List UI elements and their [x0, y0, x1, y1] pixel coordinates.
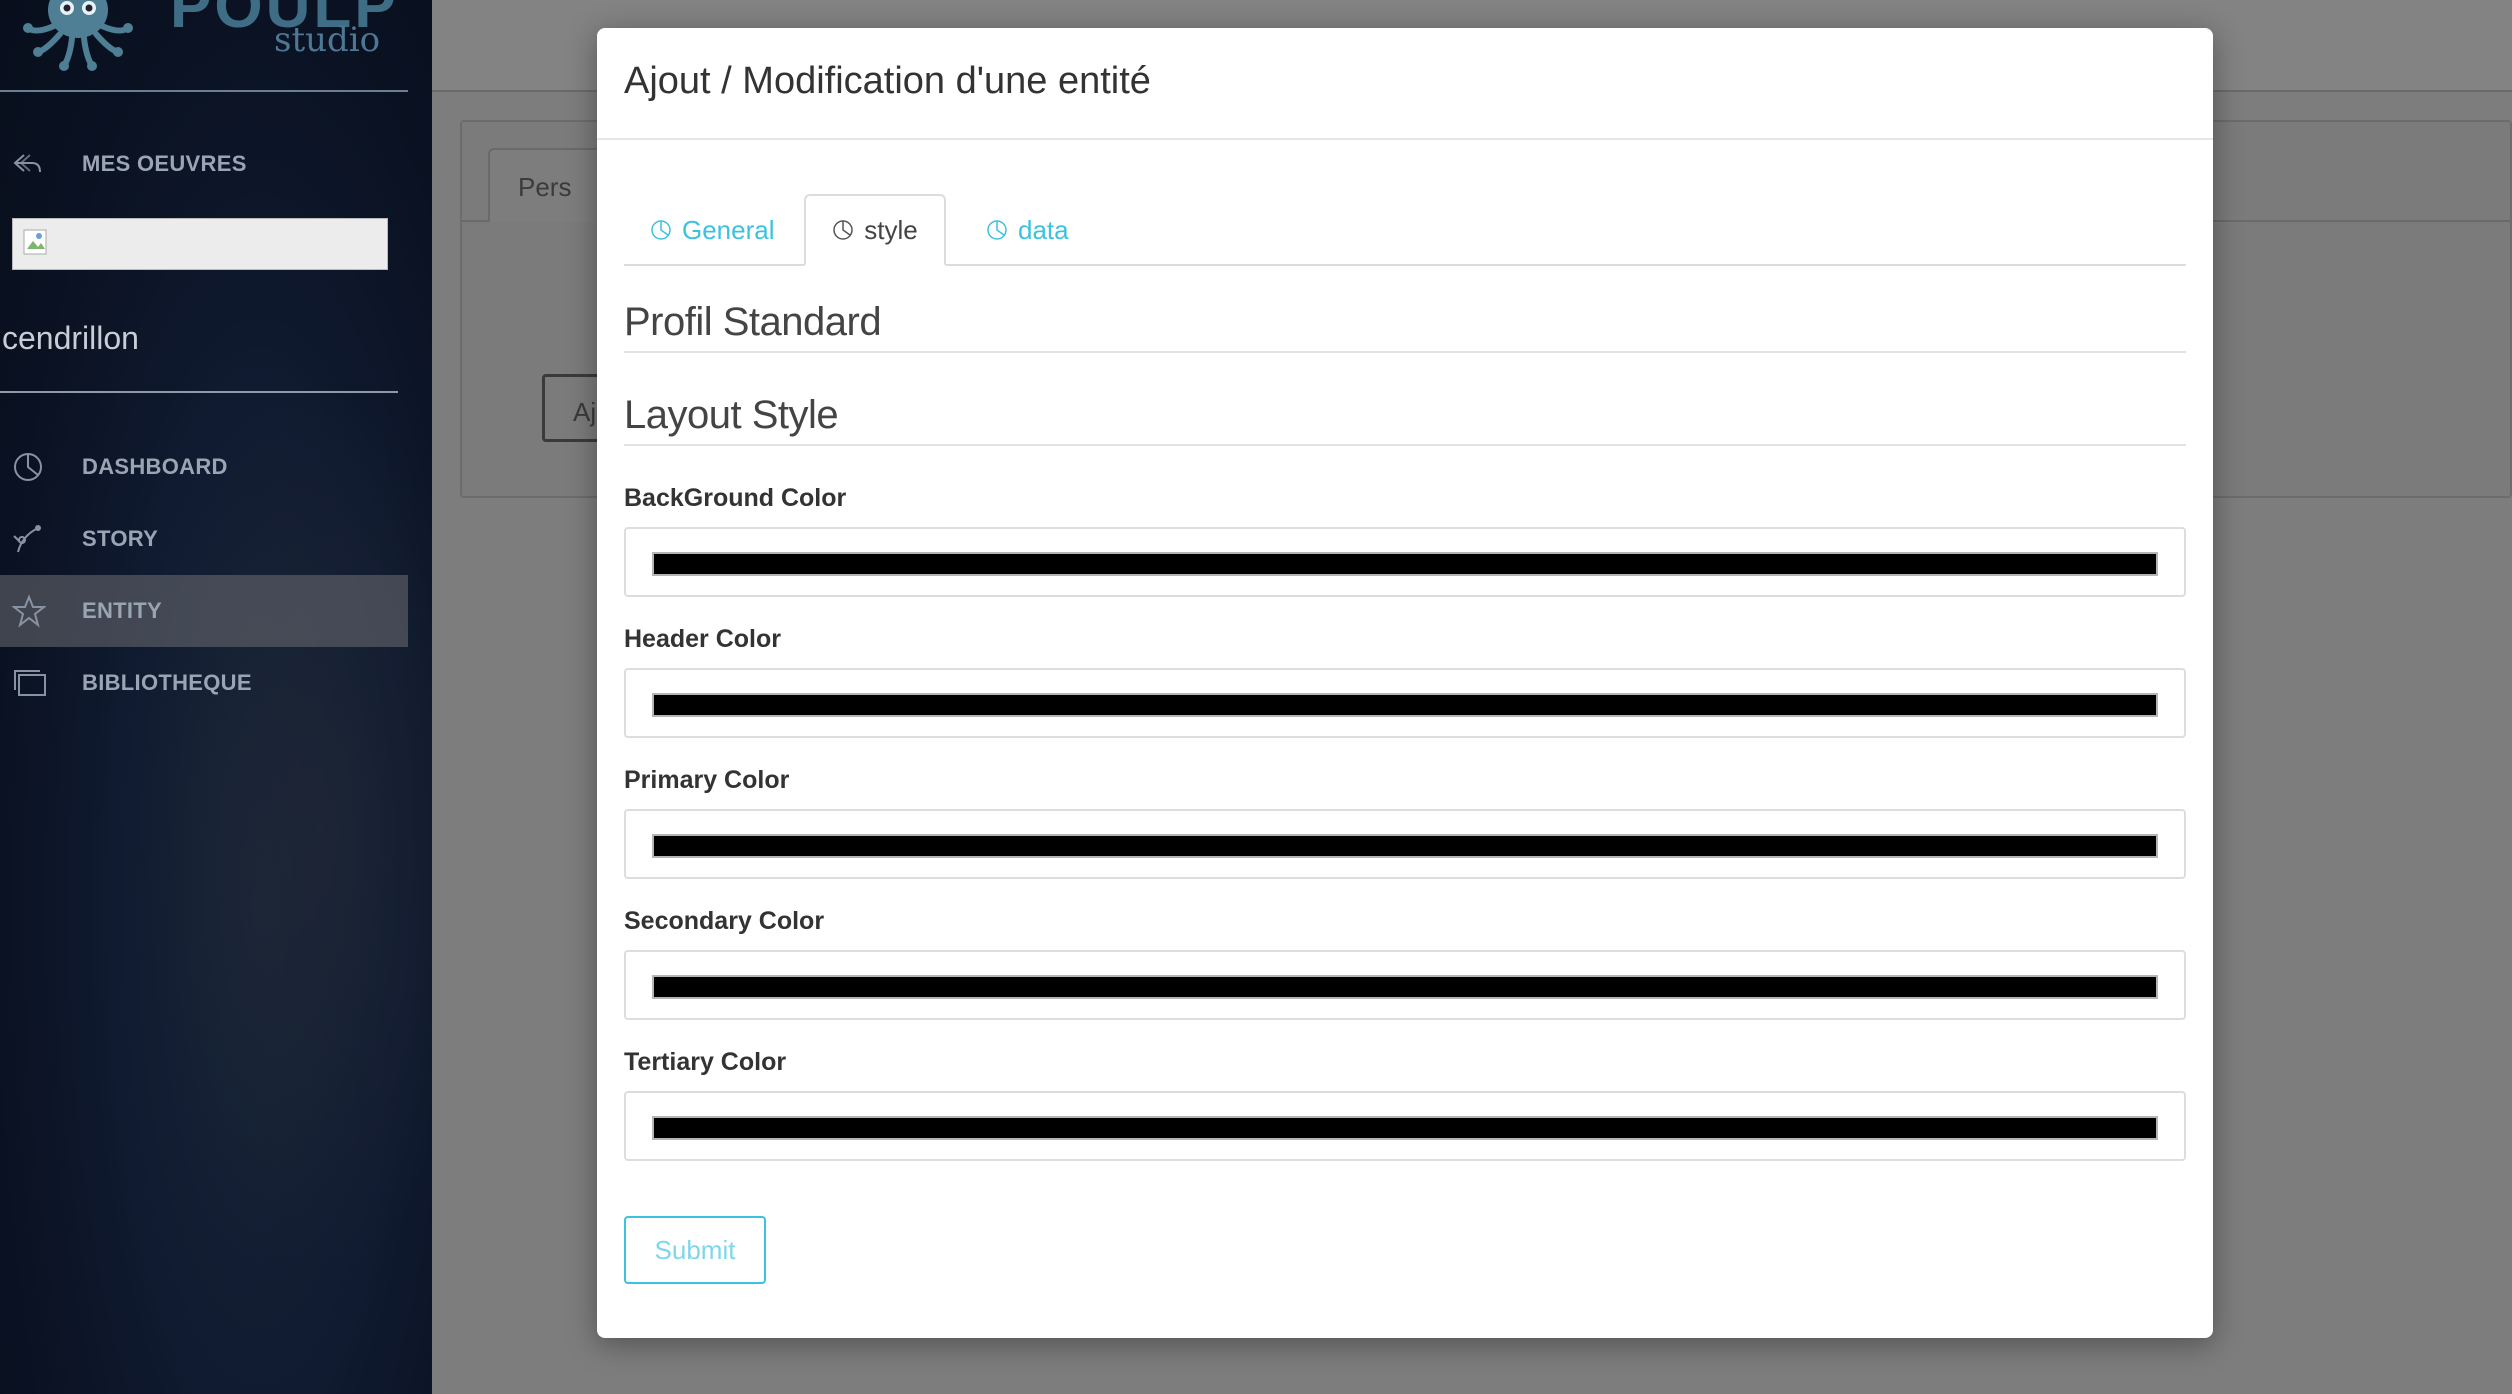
tab-data[interactable]: data: [976, 194, 1079, 266]
modal-body: General style data Profil Standard Layou…: [624, 140, 2186, 1161]
divider: [0, 391, 398, 393]
username: cendrillon: [2, 320, 139, 356]
section-title: Layout Style: [624, 393, 839, 437]
submit-button[interactable]: Submit: [624, 1216, 766, 1284]
tab-label: data: [1018, 214, 1069, 245]
sidebar-item-label: STORY: [82, 526, 159, 551]
pie-chart-icon: [832, 219, 854, 241]
tab-label: General: [682, 214, 775, 245]
field-label: Tertiary Color: [624, 1048, 787, 1076]
sidebar-item-bibliotheque[interactable]: BIBLIOTHEQUE: [0, 647, 408, 719]
modal-title: Ajout / Modification d'une entité: [624, 60, 1151, 102]
tab-general[interactable]: General: [640, 194, 785, 266]
logo[interactable]: POULP studio: [10, 0, 410, 76]
field-label: BackGround Color: [624, 484, 847, 512]
sidebar-item-story[interactable]: STORY: [0, 503, 408, 575]
avatar: [12, 218, 388, 270]
brand-sub: studio: [274, 20, 381, 60]
sidebar: POULP studio MES OEUVRES cendrillon DASH…: [0, 0, 432, 1394]
pie-chart-icon: [650, 219, 672, 241]
color-swatch: [652, 1116, 2158, 1140]
color-swatch: [652, 552, 2158, 576]
field-header-color: Header Color: [624, 625, 2186, 738]
modal-header: Ajout / Modification d'une entité: [597, 28, 2213, 140]
sidebar-item-label: MES OEUVRES: [82, 151, 247, 176]
color-swatch: [652, 975, 2158, 999]
sidebar-item-label: BIBLIOTHEQUE: [82, 670, 252, 695]
sidebar-item-label: ENTITY: [82, 598, 163, 623]
tab-label: Pers: [518, 172, 572, 202]
section-profil: Profil Standard: [624, 300, 2186, 353]
section-layout: Layout Style: [624, 393, 2186, 446]
branch-icon: [0, 503, 82, 575]
field-secondary-color: Secondary Color: [624, 907, 2186, 1020]
button-label: Aj: [573, 397, 597, 427]
sidebar-item-mes-oeuvres[interactable]: MES OEUVRES: [0, 128, 408, 200]
field-label: Secondary Color: [624, 907, 825, 935]
octopus-logo-icon: [23, 0, 133, 71]
tab-label: style: [864, 214, 918, 245]
primary-color-input[interactable]: [624, 809, 2186, 879]
field-primary-color: Primary Color: [624, 766, 2186, 879]
layers-icon: [0, 647, 82, 719]
tab-style[interactable]: style: [804, 194, 946, 266]
field-label: Primary Color: [624, 766, 790, 794]
tab-bar: General style data: [624, 140, 2186, 268]
background-color-input[interactable]: [624, 527, 2186, 597]
color-swatch: [652, 693, 2158, 717]
section-title: Profil Standard: [624, 300, 882, 344]
pie-chart-icon: [0, 431, 82, 503]
sidebar-item-dashboard[interactable]: DASHBOARD: [0, 431, 408, 503]
sidebar-item-entity[interactable]: ENTITY: [0, 575, 408, 647]
color-swatch: [652, 834, 2158, 858]
entity-modal: Ajout / Modification d'une entité Genera…: [597, 28, 2213, 1338]
header-color-input[interactable]: [624, 668, 2186, 738]
field-label: Header Color: [624, 625, 781, 653]
divider: [0, 90, 408, 92]
broken-image-icon: [23, 229, 47, 255]
tertiary-color-input[interactable]: [624, 1091, 2186, 1161]
field-background-color: BackGround Color: [624, 484, 2186, 597]
sidebar-item-label: DASHBOARD: [82, 454, 228, 479]
reply-arrow-icon: [0, 128, 82, 200]
secondary-color-input[interactable]: [624, 950, 2186, 1020]
star-icon: [0, 575, 82, 647]
pie-chart-icon: [986, 219, 1008, 241]
field-tertiary-color: Tertiary Color: [624, 1048, 2186, 1161]
